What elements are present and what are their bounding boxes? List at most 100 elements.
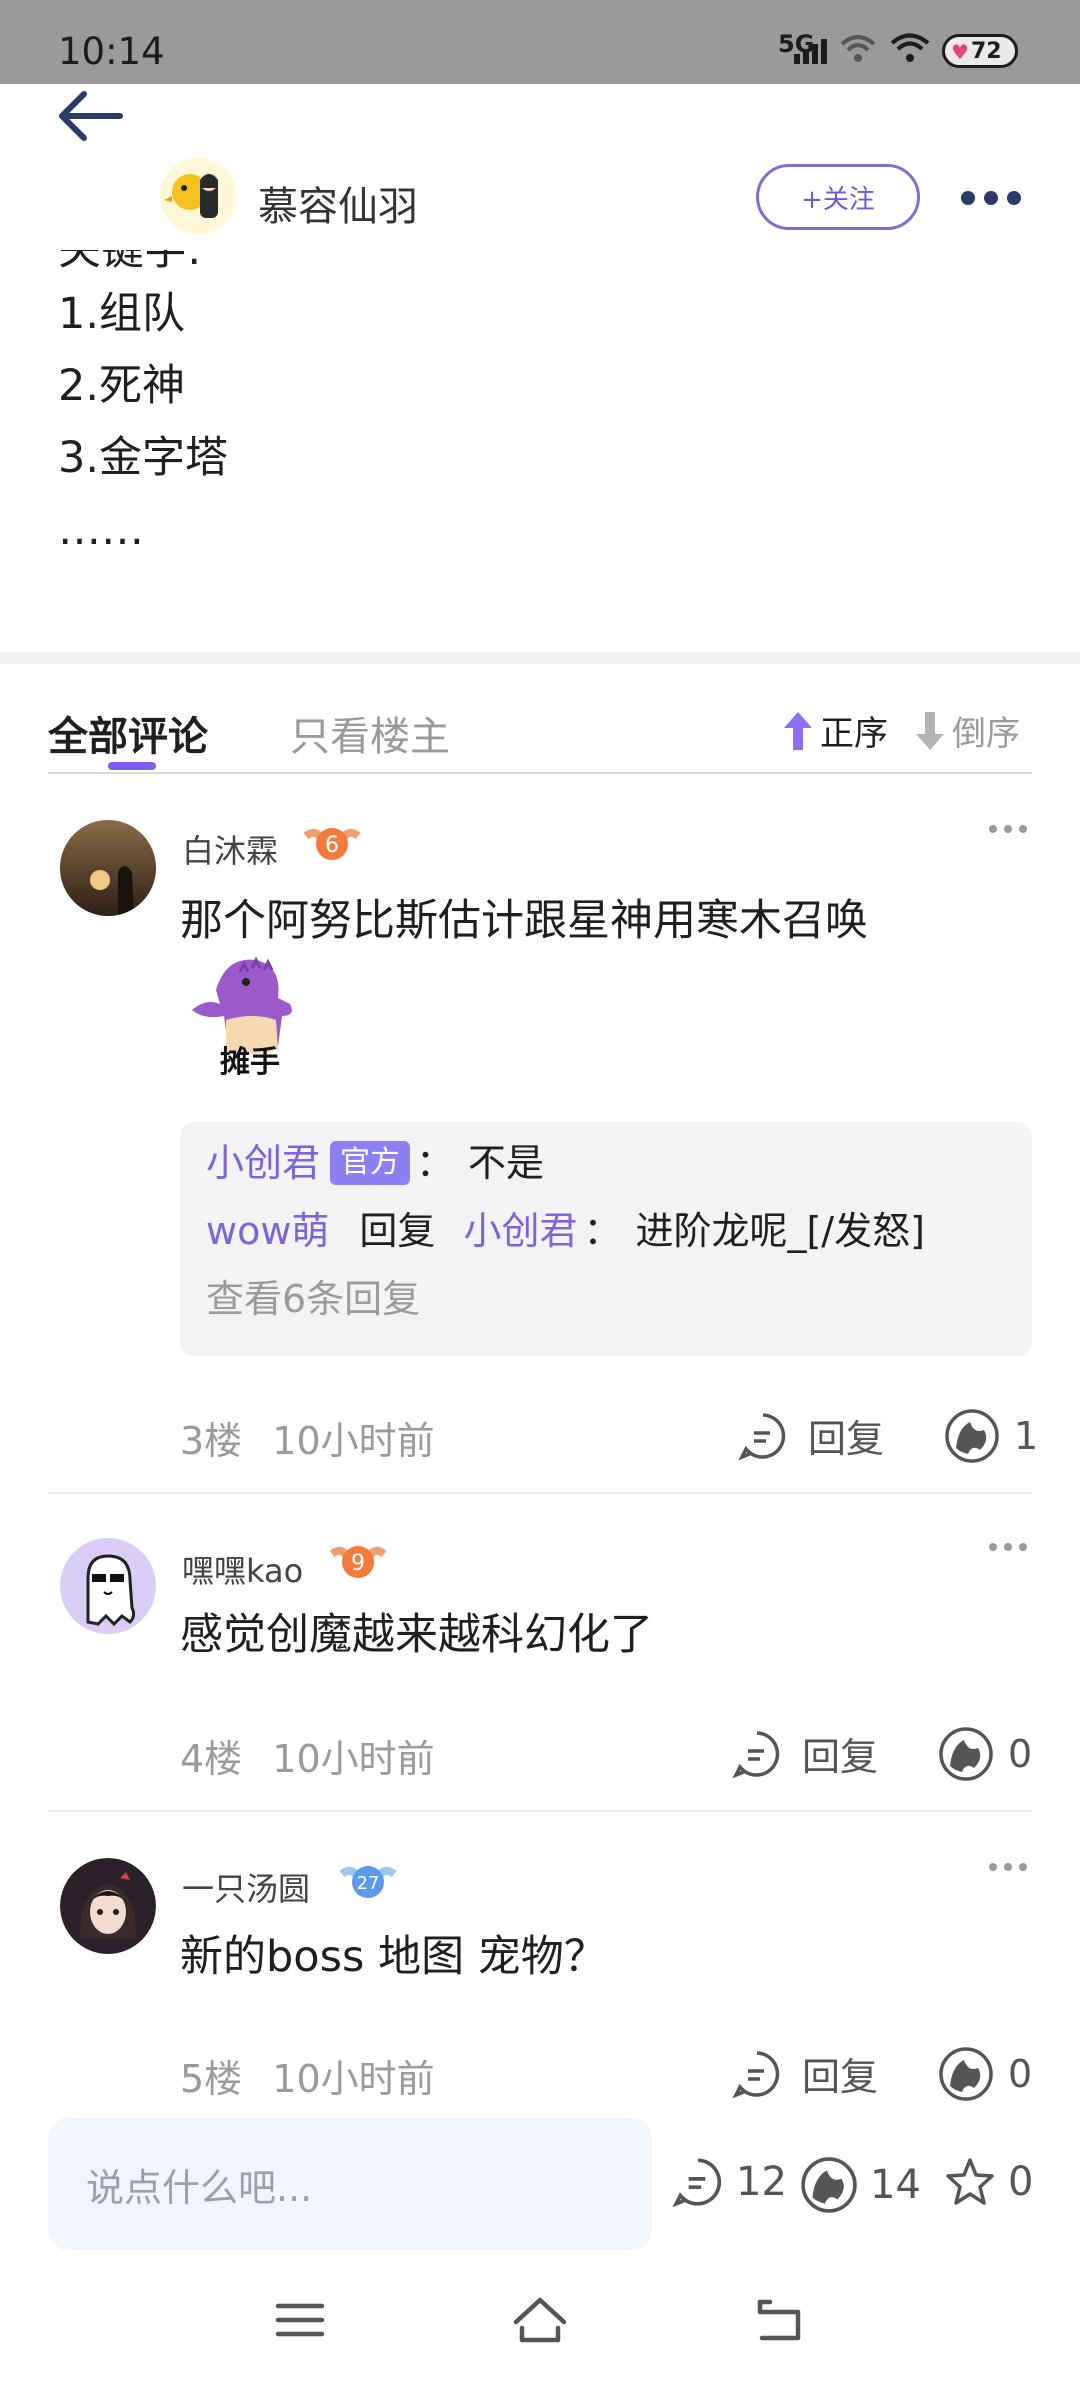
post-line: 3.金字塔 bbox=[58, 433, 229, 483]
comment-time: 10小时前 bbox=[272, 1737, 435, 1781]
signal-bars-icon bbox=[794, 39, 827, 64]
reply-separator: ： bbox=[416, 1141, 455, 1185]
like-icon bbox=[939, 1727, 993, 1781]
comment-tabs: 全部评论 只看楼主 正序 倒序 bbox=[0, 680, 1080, 776]
reply-button[interactable]: 回复 bbox=[732, 2046, 878, 2101]
comment-input[interactable]: 说点什么吧... bbox=[48, 2118, 652, 2250]
comment-more-icon[interactable] bbox=[988, 1862, 1028, 1872]
commenter-name[interactable]: 白沐霖 bbox=[182, 826, 278, 872]
reply-text: 进阶龙呢_[/发怒] bbox=[635, 1209, 925, 1253]
comment-divider bbox=[48, 1492, 1032, 1494]
commenter-name[interactable]: 一只汤圆 bbox=[182, 1864, 310, 1910]
avatar-image bbox=[60, 1538, 156, 1634]
commenter-avatar[interactable] bbox=[60, 820, 156, 916]
commenter-name[interactable]: 嘿嘿kao bbox=[182, 1546, 303, 1592]
reply-target-user[interactable]: 小创君 bbox=[463, 1209, 577, 1253]
sticker-caption: 摊手 bbox=[220, 1045, 280, 1080]
like-count: 0 bbox=[1008, 1732, 1033, 1776]
level-badge-icon: 9 bbox=[329, 1546, 387, 1578]
comments-count-button[interactable]: 12 bbox=[672, 2156, 787, 2208]
reply-preview-row: wow萌 回复 小创君： 进阶龙呢_[/发怒] bbox=[206, 1200, 925, 1255]
follow-button[interactable]: +关注 bbox=[756, 164, 920, 230]
comment-meta: 4楼 10小时前 bbox=[180, 1728, 435, 1783]
reply-button[interactable]: 回复 bbox=[732, 1726, 878, 1781]
heart-icon: ♥ bbox=[951, 40, 969, 64]
reply-preview-row: 小创君 官方： 不是 bbox=[206, 1132, 544, 1187]
battery-indicator: ♥ 72 bbox=[942, 34, 1018, 68]
arrow-up-icon bbox=[784, 711, 812, 750]
sticker-image: 摊手 bbox=[186, 950, 316, 1080]
svg-text:6: 6 bbox=[325, 833, 339, 858]
comment-icon bbox=[732, 1730, 780, 1778]
author-name[interactable]: 慕容仙羽 bbox=[258, 174, 418, 232]
reply-button[interactable]: 回复 bbox=[738, 1408, 884, 1463]
sort-ascending-button[interactable]: 正序 bbox=[782, 706, 888, 755]
favorite-button[interactable]: 0 bbox=[944, 2156, 1033, 2208]
system-nav-bar bbox=[0, 2250, 1080, 2400]
svg-text:9: 9 bbox=[351, 1551, 365, 1576]
commenter-avatar[interactable] bbox=[60, 1538, 156, 1634]
comment-text: 新的boss 地图 宠物？ bbox=[180, 1932, 607, 1982]
menu-icon[interactable] bbox=[272, 2292, 328, 2348]
avatar-image bbox=[60, 820, 156, 916]
wifi-calling-icon bbox=[840, 35, 876, 62]
post-line-cut: 关键字: bbox=[58, 250, 202, 275]
likes-count: 14 bbox=[870, 2162, 921, 2208]
comment-divider bbox=[48, 1810, 1032, 1812]
sort-descending-label: 倒序 bbox=[952, 714, 1020, 754]
status-time: 10:14 bbox=[58, 30, 165, 73]
post-line: 2.死神 bbox=[58, 361, 186, 411]
comment-text: 感觉创魔越来越科幻化了 bbox=[180, 1610, 653, 1660]
svg-text:27: 27 bbox=[357, 1873, 380, 1894]
sort-ascending-label: 正序 bbox=[820, 714, 888, 754]
post-like-button[interactable]: 14 bbox=[800, 2156, 921, 2214]
reply-preview-box[interactable]: 小创君 官方：不是 wow萌 回复 小创君：进阶龙呢_[/发怒] 查看6条回复 bbox=[180, 1122, 1032, 1356]
official-badge: 官方 bbox=[330, 1141, 411, 1185]
post-line: 1.组队 bbox=[58, 289, 186, 339]
battery-percent: 72 bbox=[971, 39, 1002, 64]
floor-number: 5楼 bbox=[180, 2057, 243, 2101]
avatar-image bbox=[60, 1858, 156, 1954]
star-icon bbox=[946, 2158, 994, 2205]
floor-number: 4楼 bbox=[180, 1737, 243, 1781]
back-arrow-icon[interactable] bbox=[54, 86, 124, 146]
back-icon[interactable] bbox=[752, 2292, 808, 2348]
tab-all-comments[interactable]: 全部评论 bbox=[48, 704, 208, 762]
like-icon bbox=[801, 2157, 857, 2213]
reply-separator: ： bbox=[583, 1209, 622, 1253]
reply-label: 回复 bbox=[808, 1417, 885, 1461]
like-button[interactable]: 0 bbox=[938, 2046, 1032, 2102]
bottom-action-bar: 说点什么吧... 12 14 0 bbox=[0, 2110, 1080, 2250]
level-badge-icon: 6 bbox=[303, 828, 361, 860]
view-more-replies-link[interactable]: 查看6条回复 bbox=[206, 1268, 420, 1323]
commenter-avatar[interactable] bbox=[60, 1858, 156, 1954]
comment-more-icon[interactable] bbox=[988, 1542, 1028, 1552]
floor-number: 3楼 bbox=[180, 1419, 243, 1463]
comment-meta: 3楼 10小时前 bbox=[180, 1410, 435, 1465]
comment-text: 那个阿努比斯估计跟星神用寒木召唤 bbox=[180, 896, 868, 946]
like-count: 1 bbox=[1014, 1414, 1039, 1458]
comment-more-icon[interactable] bbox=[988, 824, 1028, 834]
comment-meta: 5楼 10小时前 bbox=[180, 2048, 435, 2103]
reply-user[interactable]: wow萌 bbox=[206, 1209, 329, 1253]
comment-icon bbox=[738, 1412, 786, 1460]
tabs-divider bbox=[48, 772, 1032, 774]
tab-owner-only[interactable]: 只看楼主 bbox=[290, 704, 450, 762]
like-icon bbox=[939, 2047, 993, 2101]
like-button[interactable]: 0 bbox=[938, 1726, 1032, 1782]
sort-descending-button[interactable]: 倒序 bbox=[914, 706, 1020, 755]
reply-text: 不是 bbox=[468, 1141, 545, 1185]
like-button[interactable]: 1 bbox=[944, 1408, 1038, 1464]
comments-count: 12 bbox=[736, 2159, 787, 2205]
active-tab-indicator bbox=[108, 762, 156, 770]
post-body: 关键字: 1.组队 2.死神 3.金字塔 …… bbox=[58, 250, 1038, 566]
home-icon[interactable] bbox=[512, 2292, 568, 2348]
level-badge-icon: 27 bbox=[339, 1866, 397, 1898]
comment-time: 10小时前 bbox=[272, 2057, 435, 2101]
like-icon bbox=[945, 1409, 999, 1463]
like-count: 0 bbox=[1008, 2052, 1033, 2096]
more-options-icon[interactable] bbox=[960, 190, 1022, 206]
reply-user[interactable]: 小创君 bbox=[206, 1141, 320, 1185]
author-avatar[interactable] bbox=[160, 158, 236, 234]
favorites-count: 0 bbox=[1008, 2159, 1034, 2205]
